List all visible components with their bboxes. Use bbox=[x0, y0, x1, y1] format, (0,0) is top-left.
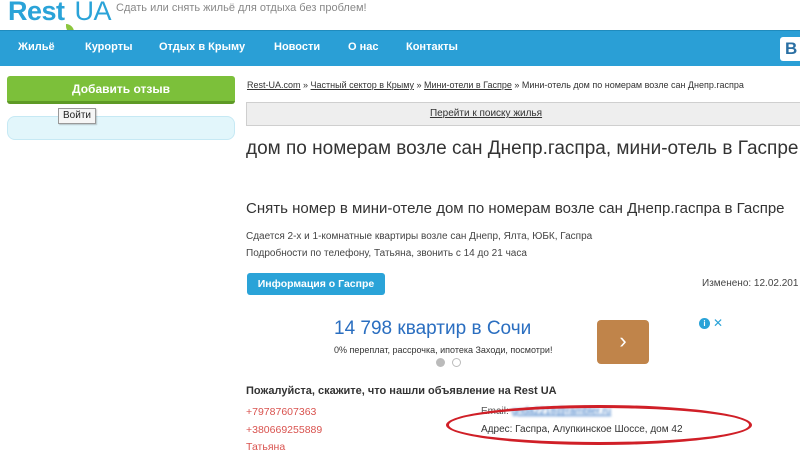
logo-rest: Rest bbox=[8, 0, 65, 26]
phone-2[interactable]: +380669255889 bbox=[246, 424, 322, 436]
nav-item-contacts[interactable]: Контакты bbox=[406, 41, 458, 53]
close-icon[interactable]: ✕ bbox=[713, 316, 723, 330]
listing-description: Сдается 2-х и 1-комнатные квартиры возле… bbox=[246, 231, 593, 242]
contacts-heading: Пожалуйста, скажите, что нашли объявлени… bbox=[246, 385, 557, 397]
nav-item-about[interactable]: О нас bbox=[348, 41, 379, 53]
email-link[interactable]: gnda2218@rambler.ru bbox=[512, 406, 612, 417]
breadcrumb-private-sector[interactable]: Частный сектор в Крыму bbox=[311, 80, 414, 90]
page-title: дом по номерам возле сан Днепр.гаспра, м… bbox=[246, 138, 799, 159]
nav-item-news[interactable]: Новости bbox=[274, 41, 320, 53]
breadcrumb-current: Мини-отель дом по номерам возле сан Днеп… bbox=[521, 80, 744, 90]
address-text: Адрес: Гаспра, Алупкинское Шоссе, дом 42 bbox=[481, 424, 683, 435]
search-housing-bar: Перейти к поиску жилья bbox=[246, 102, 800, 126]
login-tooltip: Войти bbox=[58, 108, 96, 124]
logo-ua: UA bbox=[74, 0, 112, 26]
ad-carousel-dot-active[interactable] bbox=[436, 358, 445, 367]
add-review-button[interactable]: Добавить отзыв bbox=[7, 76, 235, 104]
login-panel[interactable] bbox=[7, 116, 235, 140]
nav-item-resorts[interactable]: Курорты bbox=[85, 41, 132, 53]
email-label: Email: bbox=[481, 406, 509, 417]
breadcrumb-separator: » bbox=[511, 80, 522, 90]
breadcrumb-separator: » bbox=[414, 80, 425, 90]
breadcrumb-mini-hotels[interactable]: Мини-отели в Гаспре bbox=[424, 80, 512, 90]
site-header: Rest UA Сдать или снять жильё для отдыха … bbox=[0, 0, 800, 34]
vk-icon[interactable]: В bbox=[780, 37, 800, 61]
nav-item-crimea[interactable]: Отдых в Крыму bbox=[159, 41, 245, 53]
site-logo[interactable]: Rest UA bbox=[8, 0, 112, 34]
breadcrumb-home[interactable]: Rest-UA.com bbox=[247, 80, 301, 90]
email-row: Email: gnda2218@rambler.ru bbox=[481, 406, 611, 417]
search-housing-link[interactable]: Перейти к поиску жилья bbox=[430, 108, 542, 119]
listing-phone-note: Подробности по телефону, Татьяна, звонит… bbox=[246, 248, 527, 259]
gaspra-info-button[interactable]: Информация о Гаспре bbox=[247, 273, 385, 295]
ad-title[interactable]: 14 798 квартир в Сочи bbox=[334, 318, 531, 340]
page-subtitle: Снять номер в мини-отеле дом по номерам … bbox=[246, 200, 785, 217]
main-nav: Жильё Курорты Отдых в Крыму Новости О на… bbox=[0, 30, 800, 66]
changed-date: Изменено: 12.02.201 bbox=[702, 278, 799, 289]
breadcrumb-separator: » bbox=[300, 80, 311, 90]
ad-subtitle[interactable]: 0% переплат, рассрочка, ипотека Заходи, … bbox=[334, 345, 552, 355]
ad-carousel-dot[interactable] bbox=[452, 358, 461, 367]
contact-name: Татьяна bbox=[246, 441, 286, 450]
site-tagline: Сдать или снять жильё для отдыха без про… bbox=[116, 2, 367, 14]
nav-item-housing[interactable]: Жильё bbox=[18, 41, 55, 53]
phone-1[interactable]: +79787607363 bbox=[246, 406, 316, 418]
info-icon[interactable]: i bbox=[699, 318, 710, 329]
breadcrumb: Rest-UA.com » Частный сектор в Крыму » М… bbox=[247, 80, 744, 90]
ad-arrow-button[interactable]: › bbox=[597, 320, 649, 364]
